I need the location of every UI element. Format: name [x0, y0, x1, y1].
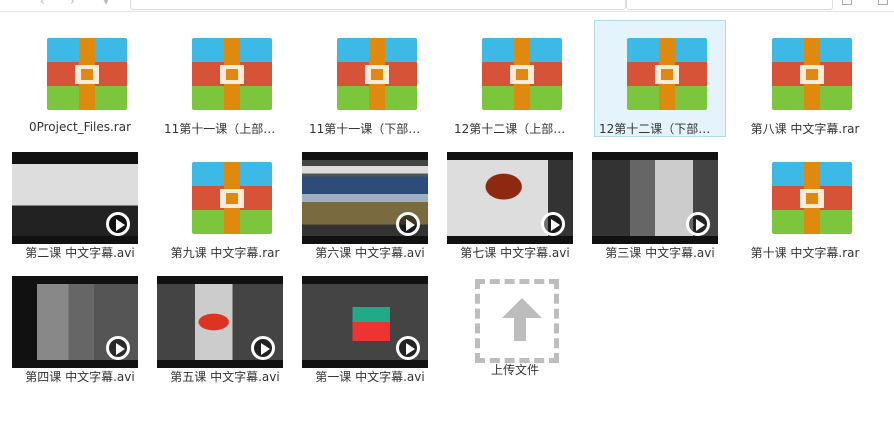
video-thumbnail	[12, 152, 138, 244]
back-icon[interactable]: ‹	[40, 0, 45, 8]
file-name: 第一课 中文字幕.avi	[315, 370, 425, 384]
file-name: 第十课 中文字幕.rar	[750, 246, 860, 260]
upload-label: 上传文件	[490, 363, 539, 377]
file-name: 第七课 中文字幕.avi	[460, 246, 570, 260]
video-thumbnail	[157, 276, 283, 368]
rar-archive-icon	[192, 38, 272, 110]
file-tile[interactable]: 0Project_Files.rar	[14, 20, 146, 137]
play-icon	[396, 212, 420, 236]
rar-archive-icon	[482, 38, 562, 110]
file-name: 11第十一课（上部）...	[164, 122, 287, 136]
file-name: 第九课 中文字幕.rar	[170, 246, 280, 260]
upload-file-tile[interactable]: 上传文件	[449, 261, 581, 378]
play-icon	[541, 212, 565, 236]
file-tile[interactable]: 第八课 中文字幕.rar	[739, 20, 871, 137]
file-tile[interactable]: 第四课 中文字幕.avi	[12, 268, 146, 385]
play-icon	[251, 336, 275, 360]
rar-archive-icon	[47, 38, 127, 110]
file-tile[interactable]: 11第十一课（上部）...	[159, 20, 291, 137]
play-icon	[396, 336, 420, 360]
file-name: 0Project_Files.rar	[28, 120, 132, 134]
video-thumbnail	[592, 152, 718, 244]
file-name: 第八课 中文字幕.rar	[750, 122, 860, 136]
file-name: 12第十二课（下部）...	[599, 122, 722, 136]
file-name: 第六课 中文字幕.avi	[315, 246, 425, 260]
video-thumbnail	[302, 152, 428, 244]
file-name: 第三课 中文字幕.avi	[605, 246, 715, 260]
video-thumbnail	[12, 276, 138, 368]
file-name: 11第十一课（下部）...	[309, 122, 432, 136]
file-tile[interactable]: 第二课 中文字幕.avi	[12, 144, 146, 261]
rar-archive-icon	[192, 162, 272, 234]
grid-view-icon[interactable]	[878, 0, 888, 5]
dropdown-icon[interactable]: ▾	[103, 0, 109, 8]
rar-archive-icon	[772, 38, 852, 110]
rar-archive-icon	[627, 38, 707, 110]
file-name: 12第十二课（上部）...	[454, 122, 577, 136]
file-tile[interactable]: 第三课 中文字幕.avi	[592, 144, 726, 261]
forward-icon[interactable]: ›	[70, 0, 75, 8]
play-icon	[106, 212, 130, 236]
file-tile[interactable]: 第一课 中文字幕.avi	[302, 268, 436, 385]
file-tile[interactable]: 第五课 中文字幕.avi	[157, 268, 291, 385]
file-tile[interactable]: 第十课 中文字幕.rar	[739, 144, 871, 261]
play-icon	[106, 336, 130, 360]
address-bar[interactable]	[130, 0, 626, 10]
toolbar: ‹ › ▾	[0, 0, 894, 12]
search-input[interactable]	[626, 0, 833, 10]
file-name: 第五课 中文字幕.avi	[170, 370, 280, 384]
video-thumbnail	[447, 152, 573, 244]
upload-icon	[475, 279, 559, 363]
file-tile[interactable]: 12第十二课（上部）...	[449, 20, 581, 137]
rar-archive-icon	[772, 162, 852, 234]
file-tile[interactable]: 12第十二课（下部）...	[594, 20, 726, 137]
file-tile[interactable]: 11第十一课（下部）...	[304, 20, 436, 137]
view-mode-icon[interactable]	[842, 0, 852, 5]
video-thumbnail	[302, 276, 428, 368]
file-tile[interactable]: 第六课 中文字幕.avi	[302, 144, 436, 261]
play-icon	[686, 212, 710, 236]
file-name: 第二课 中文字幕.avi	[25, 246, 135, 260]
rar-archive-icon	[337, 38, 417, 110]
file-name: 第四课 中文字幕.avi	[25, 370, 135, 384]
file-tile[interactable]: 第九课 中文字幕.rar	[159, 144, 291, 261]
file-tile[interactable]: 第七课 中文字幕.avi	[447, 144, 581, 261]
